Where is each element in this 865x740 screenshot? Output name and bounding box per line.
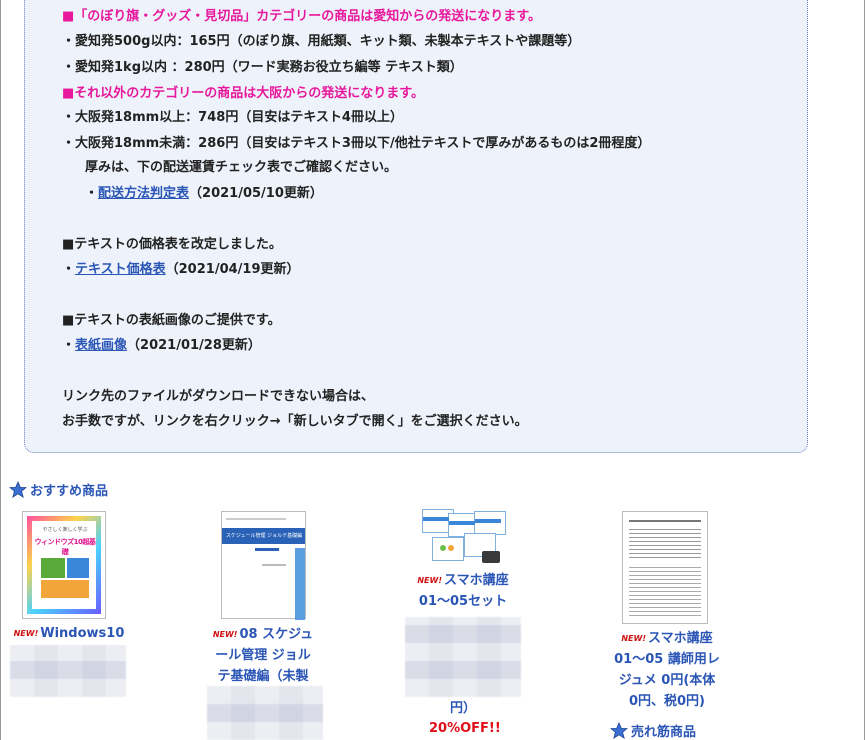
recommended-title: おすすめ商品 xyxy=(30,484,109,499)
price-blurred xyxy=(10,645,126,697)
cover-image-heading: ■テキストの表紙画像のご提供です。 xyxy=(62,313,281,328)
bestsellers-heading: 売れ筋商品 xyxy=(610,721,696,740)
bullet: ・ xyxy=(62,262,76,277)
osaka-category-heading: ■それ以外のカテゴリーの商品は大阪からの発送になります。 xyxy=(62,86,424,101)
product-windows10[interactable]: NEW! Windows10 xyxy=(9,623,129,644)
price-list-heading: ■テキストの価格表を改定しました。 xyxy=(62,237,282,252)
shipping-method-table-link[interactable]: 配送方法判定表 xyxy=(98,186,189,201)
thickness-note: 厚みは、下の配送運賃チェック表でご確認ください。 xyxy=(85,160,398,175)
product-smartphone-set[interactable]: NEW! スマホ講座 01～05セット xyxy=(403,570,523,612)
text-price-list-link[interactable]: テキスト価格表 xyxy=(75,262,166,277)
cover-band xyxy=(295,548,305,620)
osaka-18mm-over-rate: ・大阪発18mm以上：748円（目安はテキスト4冊以上） xyxy=(62,110,403,125)
bullet: ・ xyxy=(62,338,76,353)
cover-illustration xyxy=(41,580,89,598)
price-blurred xyxy=(405,617,521,697)
instructor-resume-thumbnail[interactable] xyxy=(622,511,708,624)
price-list-row: ・テキスト価格表（2021/04/19更新） xyxy=(62,262,300,278)
product-name-line: 0円、税0円) xyxy=(628,694,706,709)
product-name-line: スマホ講座 xyxy=(444,573,509,588)
cover-icon xyxy=(448,545,454,551)
tablet-image xyxy=(482,551,500,563)
price-list-updated: （2021/04/19更新） xyxy=(165,262,300,277)
cover-line xyxy=(262,564,286,566)
cover-band xyxy=(475,519,501,523)
product-name-line: 08 スケジュ xyxy=(239,627,314,642)
cover-band xyxy=(449,521,475,525)
cover-band xyxy=(423,517,449,521)
schedule-thumbnail[interactable]: スケジュール管理 ジョルテ基礎編 xyxy=(221,511,306,620)
cover-title: スケジュール管理 ジョルテ基礎編 xyxy=(225,533,303,539)
product-name-line: 01～05 講師用レ xyxy=(614,652,720,667)
product-schedule-jorte[interactable]: NEW! 08 スケジュ ール管理 ジョル テ基礎編（未製 xyxy=(203,624,323,687)
shipping-notice-box: ■「のぼり旗・グッズ・見切品」カテゴリーの商品は愛知からの発送になります。 ・愛… xyxy=(24,0,808,453)
download-note-1: リンク先のファイルがダウンロードできない場合は、 xyxy=(62,389,375,404)
product-name: Windows10 xyxy=(40,626,125,641)
shipping-table-row: ・配送方法判定表（2021/05/10更新） xyxy=(85,186,323,202)
cover-illustration xyxy=(67,558,89,578)
discount-label: 20%OFF!! xyxy=(429,721,501,736)
cover-image-row: ・表紙画像（2021/01/28更新） xyxy=(62,338,261,354)
product-name-line: 01～05セット xyxy=(418,594,508,609)
bullet: ・ xyxy=(85,186,99,201)
windows10-thumbnail[interactable]: やさしく楽しく学ぶ ウィンドウズ10超基礎 xyxy=(22,511,106,619)
cover-title: ウィンドウズ10超基礎 xyxy=(34,538,96,556)
new-badge: NEW! xyxy=(13,629,39,638)
cover-subtitle: やさしく楽しく学ぶ xyxy=(42,527,88,533)
book-image xyxy=(474,511,506,535)
aichi-500g-rate: ・愛知発500g以内：165円（のぼり旗、用紙類、キット類、未製本テキストや課題… xyxy=(62,34,581,49)
new-badge: NEW! xyxy=(417,576,442,585)
cover-illustration xyxy=(41,558,65,578)
cover-icon xyxy=(440,545,446,551)
cover-image-link[interactable]: 表紙画像 xyxy=(75,338,127,353)
osaka-18mm-under-rate: ・大阪発18mm未満：286円（目安はテキスト3冊以下/他社テキストで厚みがある… xyxy=(62,136,651,151)
new-badge: NEW! xyxy=(212,630,238,639)
product-name-line: スマホ講座 xyxy=(648,631,713,646)
shipping-table-updated: （2021/05/10更新） xyxy=(189,186,323,201)
cover-image-updated: （2021/01/28更新） xyxy=(127,338,261,353)
cover-band xyxy=(255,548,279,551)
text-block xyxy=(629,528,701,558)
aichi-category-heading: ■「のぼり旗・グッズ・見切品」カテゴリーの商品は愛知からの発送になります。 xyxy=(62,9,541,24)
smartphone-set-thumbnail[interactable] xyxy=(420,509,506,575)
product-name-line: ール管理 ジョル xyxy=(215,648,311,663)
bestsellers-title: 売れ筋商品 xyxy=(631,725,697,740)
product-price-tail: 円） xyxy=(449,701,476,716)
text-line xyxy=(629,520,701,522)
product-name-line: テ基礎編（未製 xyxy=(217,669,309,684)
cover-line xyxy=(226,518,286,520)
frame-border-left xyxy=(0,0,1,740)
product-instructor-resume[interactable]: NEW! スマホ講座 01～05 講師用レ ジュメ 0円(本体 0円、税0円) xyxy=(602,628,732,712)
star-icon xyxy=(9,480,27,498)
star-icon xyxy=(610,721,628,739)
download-note-2: お手数ですが、リンクを右クリック→「新しいタブで開く」をご選択ください。 xyxy=(62,414,528,429)
aichi-1kg-rate: ・愛知発1kg以内 ：280円（ワード実務お役立ち編等 テキスト類） xyxy=(62,60,463,75)
text-block xyxy=(629,564,701,616)
new-badge: NEW! xyxy=(621,634,646,643)
product-name-line: ジュメ 0円(本体 xyxy=(618,673,716,688)
recommended-heading: おすすめ商品 xyxy=(9,480,108,499)
price-blurred xyxy=(207,686,323,740)
